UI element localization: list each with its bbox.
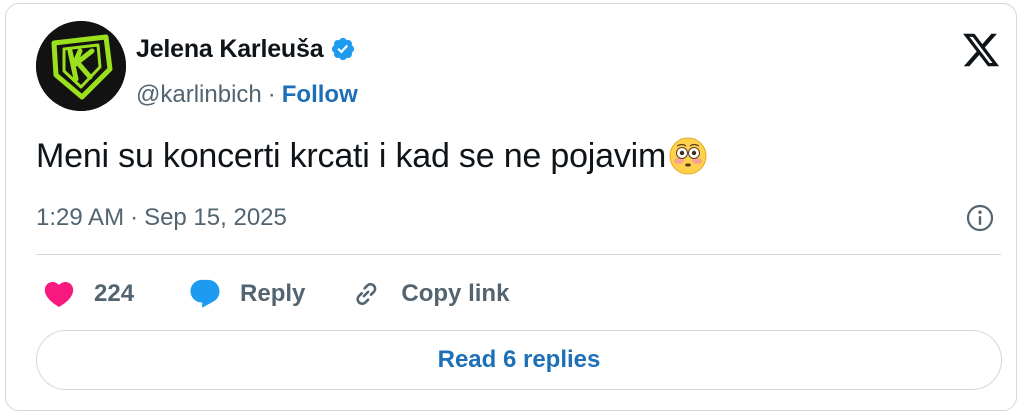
action-bar: 224 Reply Copy link xyxy=(36,274,509,314)
reply-bubble-icon xyxy=(190,279,220,308)
tweet-timestamp[interactable]: 1:29 AM · Sep 15, 2025 xyxy=(36,202,287,234)
author-handle[interactable]: @karlinbich xyxy=(136,81,262,109)
like-button[interactable]: 224 xyxy=(42,277,134,311)
x-logo-icon[interactable] xyxy=(961,30,1001,70)
tweet-text: Meni su koncerti krcati i kad se ne poja… xyxy=(36,136,667,175)
reply-label: Reply xyxy=(240,280,306,307)
avatar-logo-icon xyxy=(36,21,126,111)
read-replies-button[interactable]: Read 6 replies xyxy=(36,330,1002,390)
tweet-text-row: Meni su koncerti krcati i kad se ne poja… xyxy=(36,136,708,176)
follow-button[interactable]: Follow xyxy=(282,81,358,109)
author-handle-row: @karlinbich · Follow xyxy=(136,78,358,112)
copy-link-label: Copy link xyxy=(401,280,510,307)
verified-badge-icon xyxy=(330,36,356,62)
reply-button[interactable]: Reply xyxy=(188,277,305,311)
heart-icon xyxy=(44,281,74,307)
copy-link-button[interactable]: Copy link xyxy=(349,277,509,311)
handle-separator: · xyxy=(267,81,276,108)
author-name-row: Jelena Karleuša xyxy=(136,32,356,66)
tweet-time: 1:29 AM xyxy=(36,204,125,231)
info-icon[interactable] xyxy=(964,202,996,234)
like-count: 224 xyxy=(94,280,135,307)
timestamp-separator: · xyxy=(130,204,139,231)
flushed-face-emoji-icon xyxy=(668,136,708,176)
link-icon xyxy=(356,282,377,306)
author-name[interactable]: Jelena Karleuša xyxy=(136,35,324,64)
tweet-date: Sep 15, 2025 xyxy=(144,204,287,231)
avatar[interactable] xyxy=(36,21,126,111)
divider xyxy=(36,254,1001,255)
tweet-embed-card: Jelena Karleuša @karlinbich · Follow Men… xyxy=(5,3,1017,411)
